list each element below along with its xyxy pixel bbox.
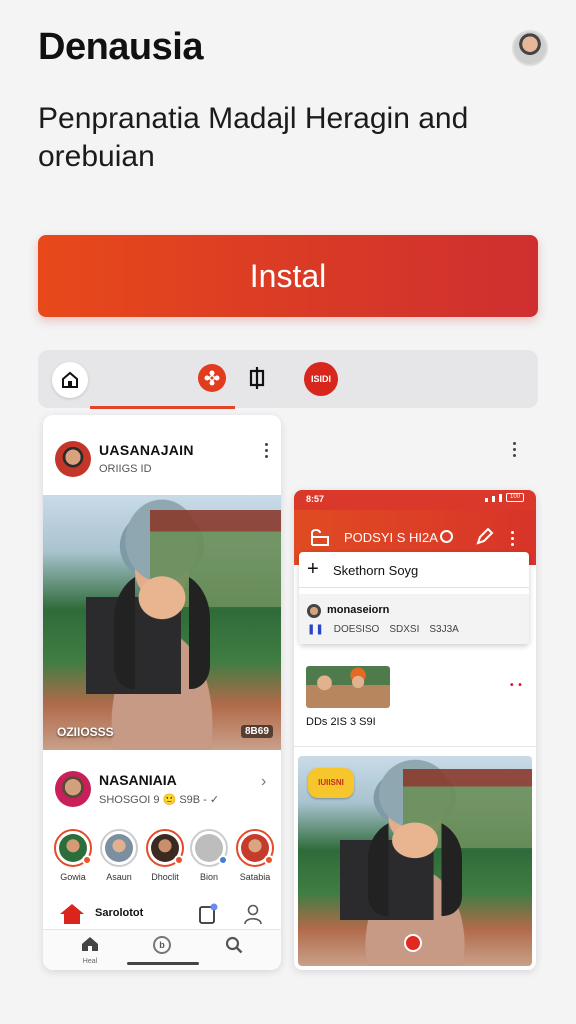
sticker-badge: IUIISNI [308,768,354,798]
phone-screen-right: 8:57 100 PODSYI S HI2A + Skethorn Soyg m… [294,490,536,970]
flower-icon [204,370,220,386]
story-label: Gowia [60,872,86,882]
status-time: 8:57 [306,494,325,504]
story-item[interactable]: Asaun [99,829,139,882]
post-author-name[interactable]: UASANAJAIN [99,442,194,458]
action-row: Sarolotot [43,899,281,929]
more-icon[interactable]: • • [510,680,523,691]
nav-home-label: Heal [82,958,98,965]
action-label[interactable]: Sarolotot [95,907,143,919]
stat-value: S3J3A [429,624,459,635]
tab-home[interactable] [52,362,88,398]
stories-row: Gowia Asaun Dhoclit Bion Satabia [53,829,281,889]
menu-item-label: Skethorn Soyg [333,563,419,578]
tab-frame[interactable] [244,364,270,392]
story-label: Bion [199,872,218,882]
story-item[interactable]: Dhoclit [145,829,185,882]
menu-item-stats: ❚❚ DOESISO SDXSI S3J3A [307,624,459,635]
channel-avatar[interactable] [55,771,91,807]
story-item[interactable]: Satabia [235,829,275,882]
install-button[interactable]: Instal [38,235,538,317]
featured-photo[interactable]: IUIISNI [298,756,532,966]
feed-card-left: UASANAJAIN ORIIGS ID OZIIOSSS 8B69 NASAN… [43,415,281,970]
post-author-avatar[interactable] [55,441,91,477]
tab-bar: ISIDI [38,350,538,408]
page-subtitle: Penpranatia Madajl Heragin and orebuian [38,102,469,173]
story-label: Satabia [239,872,271,882]
home-icon [82,937,98,951]
photo-badge: 8B69 [241,725,273,738]
app-title: Denausia [38,26,203,68]
tab-logo[interactable]: ISIDI [304,362,338,396]
nav-home[interactable]: Heal [81,936,99,965]
frame-icon [249,367,265,389]
menu-item-account[interactable]: monaseiorn ❚❚ DOESISO SDXSI S3J3A [299,594,529,644]
status-circle-icon[interactable] [440,530,453,543]
avatar [307,604,321,618]
profile-avatar[interactable] [512,30,548,66]
story-item[interactable]: Bion [189,829,229,882]
battery-icon: 100 [506,493,524,502]
header-title: PODSYI S HI2A [344,530,438,545]
menu-item-title: monaseiorn [327,604,390,616]
user-icon[interactable] [243,903,263,925]
story-label: Asaun [106,872,132,882]
edit-icon[interactable] [474,527,494,547]
more-options-icon[interactable] [512,442,516,458]
post-photo[interactable] [43,495,281,750]
more-options-icon[interactable] [510,531,514,547]
home-icon [62,371,78,388]
dropdown-menu: + Skethorn Soyg monaseiorn ❚❚ DOESISO SD… [299,552,529,644]
photo-caption: OZIIOSSS [57,725,114,739]
active-tab-indicator [90,406,235,409]
stat-value: SDXSI [389,624,420,635]
divider [294,746,536,747]
search-icon[interactable] [225,936,243,954]
chevron-right-icon[interactable]: › [261,773,266,791]
video-thumbnail[interactable] [306,666,390,708]
thumbnail-caption: DDs 2IS 3 S9I [306,716,376,728]
home-icon[interactable] [59,903,85,925]
channel-title[interactable]: NASANIAIA [99,772,177,788]
stat-icon: ❚❚ [307,624,324,635]
status-bar: 8:57 100 [294,490,536,510]
story-item[interactable]: Gowia [53,829,93,882]
story-label: Dhoclit [151,872,179,882]
tab-flower[interactable] [198,364,226,392]
plus-icon: + [307,558,319,580]
post-meta: ORIIGS ID [99,463,152,475]
app-logo-icon[interactable] [308,525,332,549]
bookmark-icon[interactable] [197,903,219,925]
bottom-nav: Heal b [43,929,281,970]
signal-icon: 100 [485,493,524,502]
stat-value: DOESISO [333,624,380,635]
menu-item-create[interactable]: + Skethorn Soyg [299,552,529,588]
record-icon[interactable] [404,934,422,952]
home-indicator [127,962,199,965]
more-options-icon[interactable] [264,443,268,459]
channel-meta: SHOSGOI 9 🙂 S9B - ✓ [99,794,220,806]
nav-center-icon[interactable]: b [153,936,171,954]
